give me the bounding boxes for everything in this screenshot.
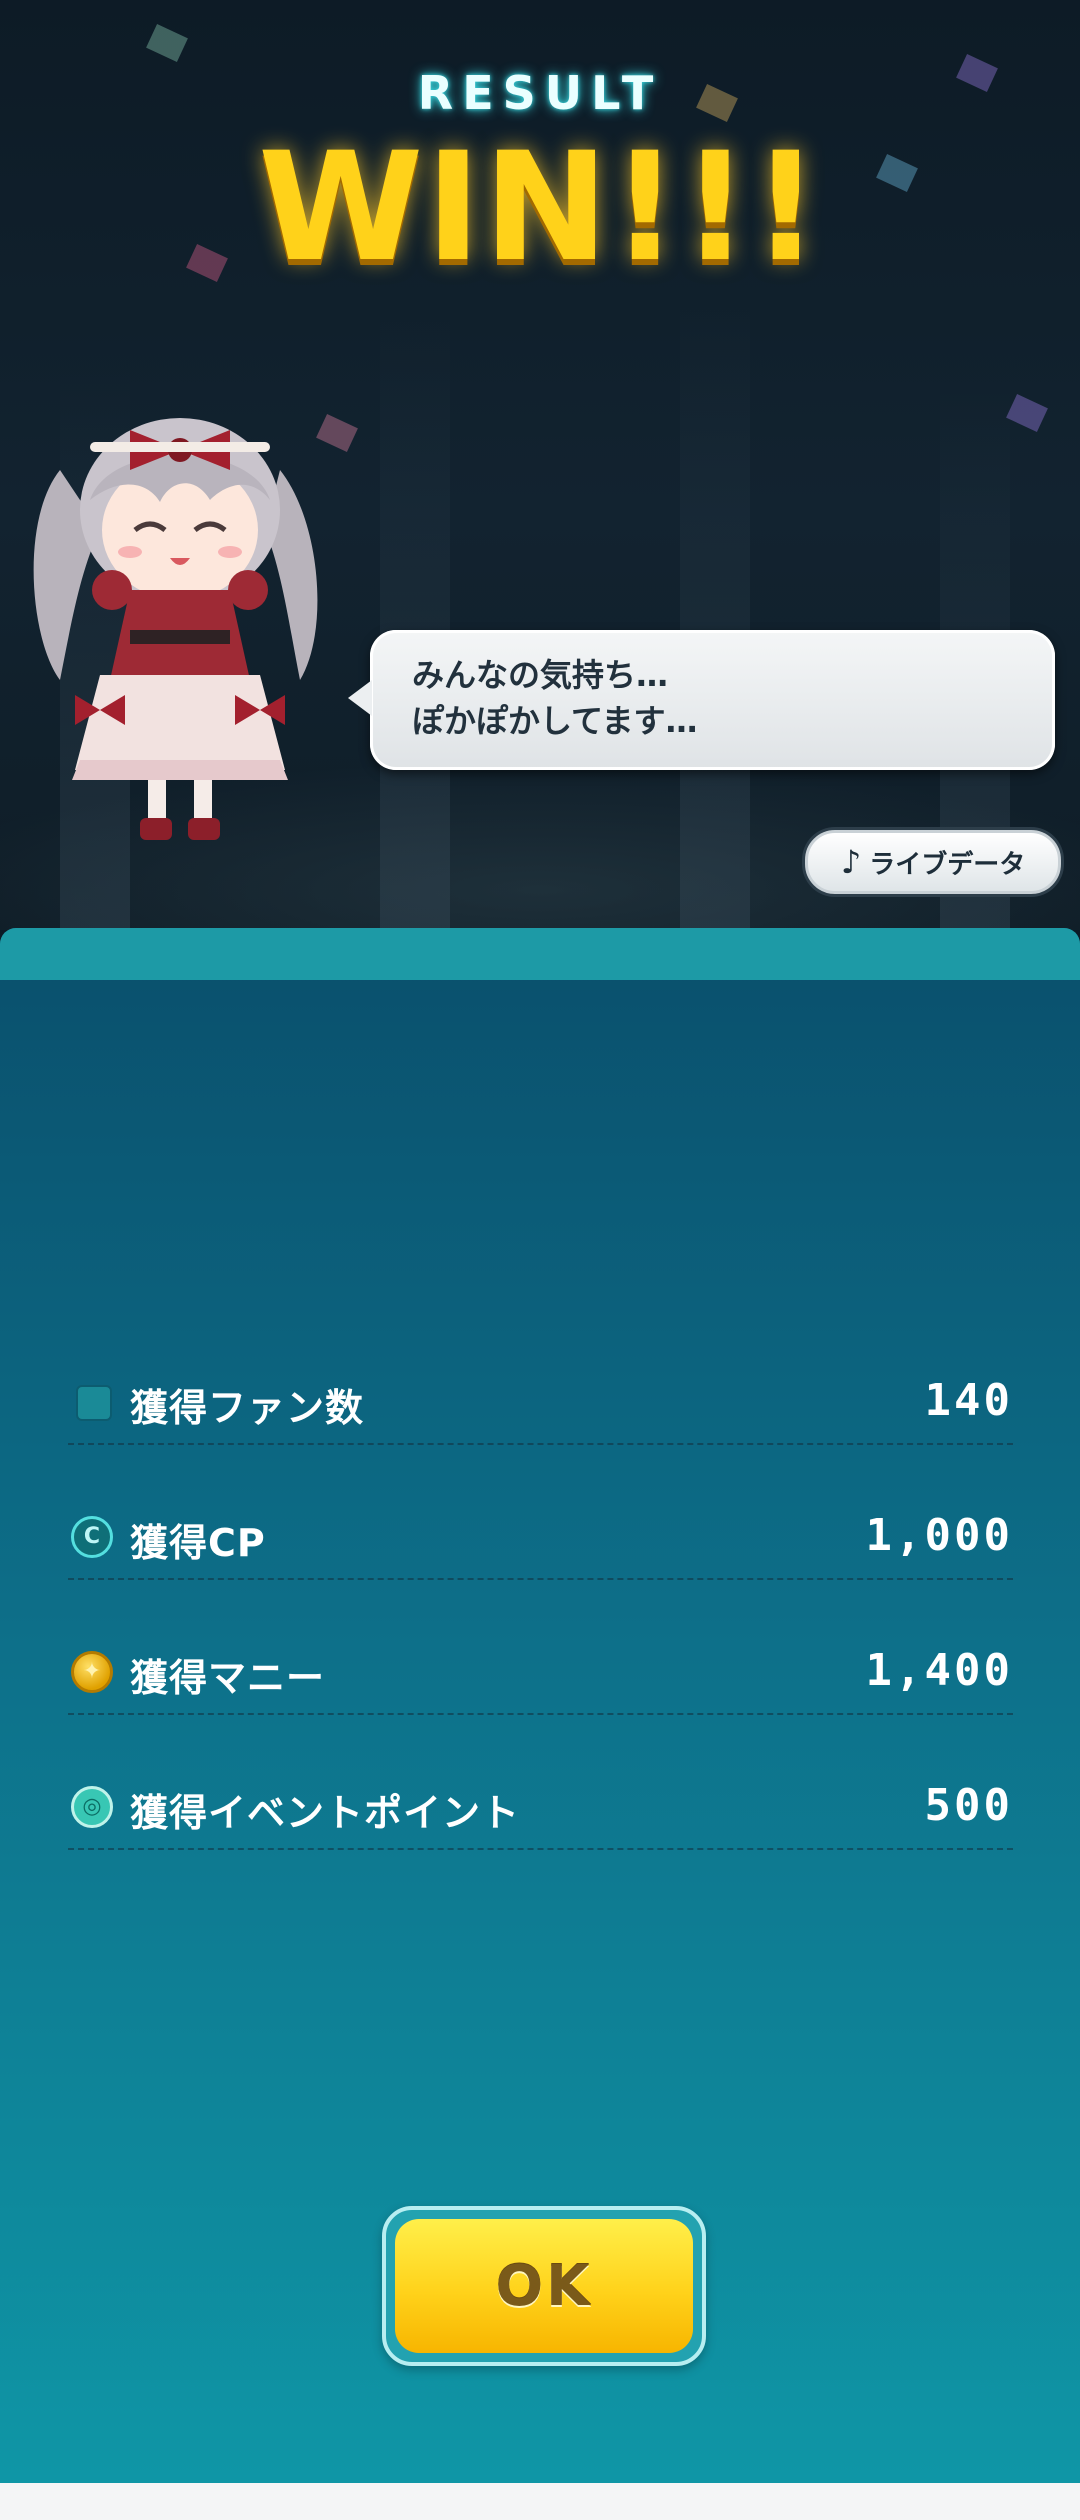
reward-label: 獲得CP	[130, 1521, 266, 1565]
speech-bubble: みんなの気持ち… ぽかぽかしてます…	[348, 630, 1055, 770]
ok-button[interactable]: OK	[395, 2219, 693, 2353]
result-label: RESULT	[417, 66, 663, 120]
live-data-button[interactable]: ♪ ライブデータ	[805, 830, 1061, 894]
confetti	[146, 24, 188, 62]
live-data-label: ライブデータ	[869, 849, 1026, 880]
stage-light	[380, 310, 450, 930]
reward-label: 獲得マニー	[130, 1656, 326, 1700]
reward-value: 1,400	[865, 1645, 1013, 1696]
reward-row-money: ✦ 獲得マニー 1,400	[68, 1633, 1013, 1715]
reward-value: 1,000	[865, 1510, 1013, 1561]
reward-value: 500	[924, 1780, 1013, 1831]
bottom-bar	[0, 2483, 1080, 2520]
ok-button-frame[interactable]: OK	[382, 2206, 706, 2366]
reward-row-cp: C 獲得CP 1,000	[68, 1498, 1013, 1580]
panel-header-strip	[0, 928, 1080, 980]
confetti	[1006, 394, 1048, 432]
reward-row-event: ◎ 獲得イベントポイント 500	[68, 1768, 1013, 1850]
stage-light	[680, 290, 750, 930]
cp-coin-icon: C	[71, 1516, 113, 1558]
win-label: WIN!!!	[257, 121, 823, 295]
reward-label: 獲得イベントポイント	[130, 1791, 521, 1835]
ok-label: OK	[495, 2253, 593, 2319]
event-point-icon: ◎	[71, 1786, 113, 1828]
speech-text: みんなの気持ち… ぽかぽかしてます…	[412, 656, 698, 740]
fan-square-icon	[76, 1385, 112, 1421]
reward-label: 獲得ファン数	[130, 1386, 365, 1430]
reward-panel: 獲得ファン数 140 C 獲得CP 1,000 ✦ 獲得マニー 1,400 ◎ …	[0, 928, 1080, 2483]
reward-row-fans: 獲得ファン数 140	[68, 1363, 1013, 1445]
money-coin-icon: ✦	[71, 1651, 113, 1693]
character-avatar	[33, 418, 318, 840]
reward-value: 140	[924, 1375, 1013, 1426]
music-note-icon: ♪	[840, 843, 862, 881]
stage-background: RESULT WIN!!! みんなの気持ち… ぽかぽかしてます… ♪ ライブデー…	[0, 0, 1080, 930]
